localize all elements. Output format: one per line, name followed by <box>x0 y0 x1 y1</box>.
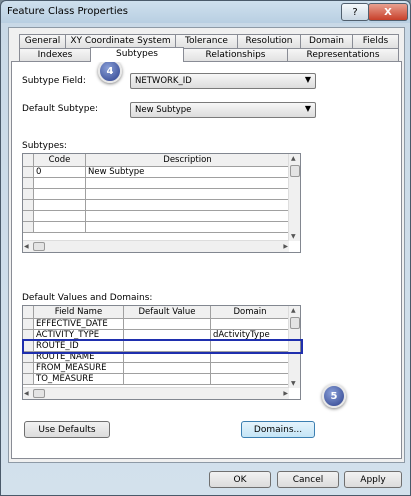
row-header-corner <box>23 154 34 167</box>
domain-column-header[interactable]: Domain <box>211 306 290 319</box>
feature-class-properties-window: Feature Class Properties ? X General XY … <box>0 0 411 496</box>
subtype-code-cell[interactable]: 0 <box>34 167 86 178</box>
subtypes-horizontal-scrollbar[interactable]: ◀ ▶ <box>23 240 289 252</box>
scroll-right-icon[interactable]: ▶ <box>283 390 288 397</box>
empty-cell[interactable] <box>86 200 290 211</box>
description-column-header[interactable]: Description <box>86 154 290 167</box>
field-name-cell[interactable]: TO_MEASURE <box>34 374 124 385</box>
close-button[interactable]: X <box>368 3 408 21</box>
help-button[interactable]: ? <box>341 3 369 21</box>
row-selector[interactable] <box>23 363 34 374</box>
row-selector[interactable] <box>23 178 34 189</box>
row-selector[interactable] <box>23 189 34 200</box>
scroll-left-icon[interactable]: ◀ <box>24 390 29 397</box>
scroll-down-icon[interactable]: ▼ <box>291 380 296 387</box>
row-selector[interactable] <box>23 200 34 211</box>
tab-xy-coordinate-system[interactable]: XY Coordinate System <box>65 34 176 48</box>
window-title: Feature Class Properties <box>7 6 128 17</box>
subtypes-grid[interactable]: Code Description 0 New Subtype ▲ ▼ ◀ ▶ <box>22 153 301 253</box>
row-selector[interactable] <box>23 374 34 385</box>
subtypes-label: Subtypes: <box>22 141 67 151</box>
tab-relationships[interactable]: Relationships <box>183 48 288 62</box>
field-name-column-header[interactable]: Field Name <box>34 306 124 319</box>
empty-cell[interactable] <box>86 211 290 222</box>
domain-cell[interactable] <box>211 374 290 385</box>
defaults-horizontal-scrollbar[interactable]: ◀ ▶ <box>23 387 289 399</box>
use-defaults-button[interactable]: Use Defaults <box>24 421 110 438</box>
tab-representations[interactable]: Representations <box>287 48 399 62</box>
chevron-down-icon: ▼ <box>304 75 311 84</box>
row-selector[interactable] <box>23 211 34 222</box>
row-selector[interactable] <box>23 167 34 178</box>
empty-cell[interactable] <box>86 222 290 233</box>
row-selector[interactable] <box>23 222 34 233</box>
domain-cell[interactable] <box>211 319 290 330</box>
empty-cell[interactable] <box>34 200 86 211</box>
tab-domain[interactable]: Domain <box>300 34 353 48</box>
default-value-cell[interactable] <box>124 374 211 385</box>
subtype-field-value: NETWORK_ID <box>135 76 192 86</box>
scroll-thumb[interactable] <box>33 242 45 251</box>
step-4-callout: 4 <box>98 59 122 83</box>
empty-cell[interactable] <box>86 189 290 200</box>
scroll-left-icon[interactable]: ◀ <box>24 243 29 250</box>
activity-type-row-highlight <box>22 339 303 354</box>
empty-cell[interactable] <box>34 222 86 233</box>
default-value-column-header[interactable]: Default Value <box>124 306 211 319</box>
field-name-cell[interactable]: EFFECTIVE_DATE <box>34 319 124 330</box>
tab-indexes[interactable]: Indexes <box>19 48 91 62</box>
subtype-field-label: Subtype Field: <box>22 76 86 86</box>
title-bar[interactable]: Feature Class Properties ? X <box>1 1 410 23</box>
scroll-up-icon[interactable]: ▲ <box>291 155 296 162</box>
row-header-corner <box>23 306 34 319</box>
chevron-down-icon: ▼ <box>304 104 311 113</box>
tab-subtypes[interactable]: Subtypes <box>90 47 184 62</box>
default-value-cell[interactable] <box>124 363 211 374</box>
apply-button[interactable]: Apply <box>344 471 402 488</box>
code-column-header[interactable]: Code <box>34 154 86 167</box>
tab-general[interactable]: General <box>19 34 66 48</box>
scroll-up-icon[interactable]: ▲ <box>291 307 296 314</box>
scroll-thumb[interactable] <box>33 389 45 398</box>
ok-button[interactable]: OK <box>209 471 271 488</box>
domain-cell[interactable] <box>211 363 290 374</box>
tab-tolerance[interactable]: Tolerance <box>175 34 238 48</box>
subtypes-vertical-scrollbar[interactable]: ▲ ▼ <box>288 154 300 241</box>
empty-cell[interactable] <box>86 178 290 189</box>
domains-button[interactable]: Domains... <box>241 421 315 438</box>
default-value-cell[interactable] <box>124 319 211 330</box>
scroll-thumb[interactable] <box>290 165 300 177</box>
default-subtype-value: New Subtype <box>135 105 192 115</box>
scroll-down-icon[interactable]: ▼ <box>291 233 296 240</box>
empty-cell[interactable] <box>34 211 86 222</box>
tab-resolution[interactable]: Resolution <box>237 34 301 48</box>
scroll-right-icon[interactable]: ▶ <box>283 243 288 250</box>
field-name-cell[interactable]: FROM_MEASURE <box>34 363 124 374</box>
subtype-field-select[interactable]: NETWORK_ID ▼ <box>130 73 316 89</box>
subtype-description-cell[interactable]: New Subtype <box>86 167 290 178</box>
cancel-button[interactable]: Cancel <box>277 471 339 488</box>
row-selector[interactable] <box>23 319 34 330</box>
step-5-callout: 5 <box>322 384 346 408</box>
tab-fields[interactable]: Fields <box>352 34 399 48</box>
default-values-label: Default Values and Domains: <box>22 293 153 303</box>
default-subtype-label: Default Subtype: <box>22 104 99 114</box>
scroll-thumb[interactable] <box>290 317 300 329</box>
default-subtype-select[interactable]: New Subtype ▼ <box>130 102 316 118</box>
empty-cell[interactable] <box>34 178 86 189</box>
empty-cell[interactable] <box>34 189 86 200</box>
